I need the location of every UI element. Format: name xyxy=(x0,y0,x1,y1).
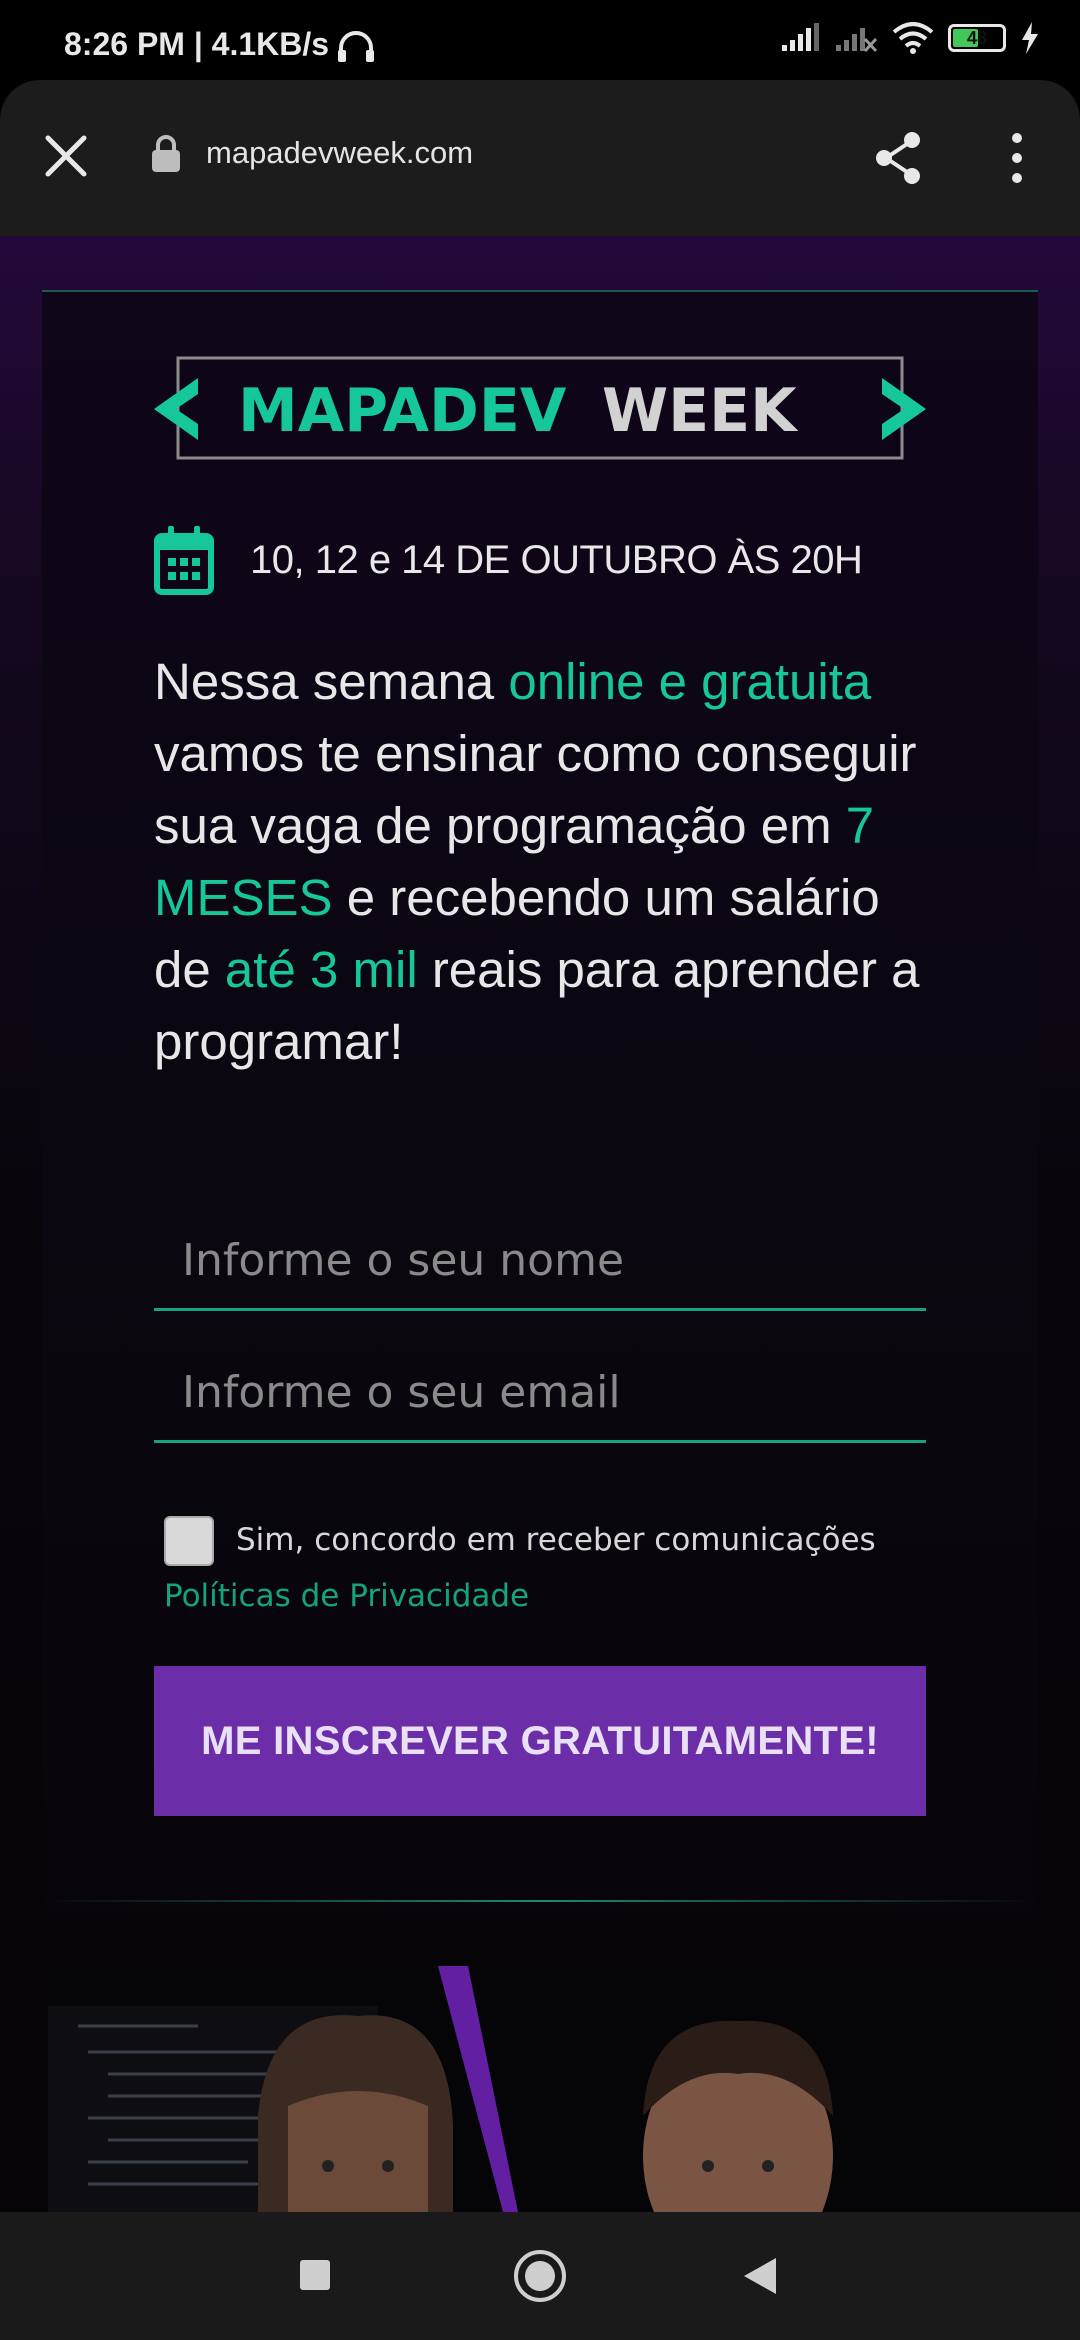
event-date: 10, 12 e 14 DE OUTUBRO ÀS 20H xyxy=(154,524,863,596)
charging-icon xyxy=(1022,22,1038,54)
email-input[interactable] xyxy=(154,1344,926,1440)
hero-image-hosts xyxy=(48,1966,1048,2212)
status-bar: 8:26 PM | 4.1KB/s 48 xyxy=(0,0,1080,80)
section-divider xyxy=(42,1900,1038,1902)
home-button[interactable] xyxy=(512,2248,568,2304)
wifi-icon xyxy=(892,22,934,54)
signal-icon xyxy=(782,23,819,51)
browser-toolbar: mapadevweek.com xyxy=(0,80,1080,236)
battery-icon: 48 xyxy=(948,24,1006,52)
address-bar[interactable]: mapadevweek.com xyxy=(150,134,473,172)
logo-word-week: WEEK xyxy=(602,376,799,446)
web-page: MAPADEV WEEK 10, 12 e 14 DE OUTUBRO ÀS 2… xyxy=(0,236,1080,2212)
status-icons: 48 xyxy=(780,22,1040,54)
back-button[interactable] xyxy=(742,2256,778,2296)
calendar-icon xyxy=(154,526,214,595)
description-part: vamos te ensinar como conseguir sua vaga… xyxy=(154,725,917,854)
email-field xyxy=(154,1344,926,1443)
share-button[interactable] xyxy=(868,128,928,188)
headphones-icon xyxy=(338,31,374,62)
close-tab-button[interactable] xyxy=(40,130,92,182)
description-part: Nessa semana xyxy=(154,653,509,710)
consent-checkbox[interactable] xyxy=(164,1516,214,1566)
more-options-button[interactable] xyxy=(1000,128,1034,188)
consent-label: Sim, concordo em receber comunicações xyxy=(236,1522,876,1558)
battery-level: 48 xyxy=(966,27,988,48)
privacy-policy-link[interactable]: Políticas de Privacidade xyxy=(164,1578,529,1614)
date-text: 10, 12 e 14 DE OUTUBRO ÀS 20H xyxy=(250,537,863,582)
mapadev-week-logo: MAPADEV WEEK xyxy=(154,356,926,460)
name-input[interactable] xyxy=(154,1212,926,1308)
description-highlight: online e gratuita xyxy=(508,653,872,710)
status-time: 8:26 PM | 4.1KB/s xyxy=(64,26,330,62)
event-description: Nessa semana online e gratuita vamos te … xyxy=(154,646,944,1078)
url-text: mapadevweek.com xyxy=(206,135,474,170)
name-field xyxy=(154,1212,926,1311)
system-navigation-bar xyxy=(0,2212,1080,2340)
recent-apps-button[interactable] xyxy=(298,2258,332,2292)
description-highlight: até 3 mil xyxy=(224,941,418,998)
signal-no-service-icon xyxy=(836,28,878,53)
lock-icon xyxy=(152,135,180,172)
logo-word-mapadev: MAPADEV xyxy=(238,376,567,446)
subscribe-button[interactable]: ME INSCREVER GRATUITAMENTE! xyxy=(154,1666,926,1816)
